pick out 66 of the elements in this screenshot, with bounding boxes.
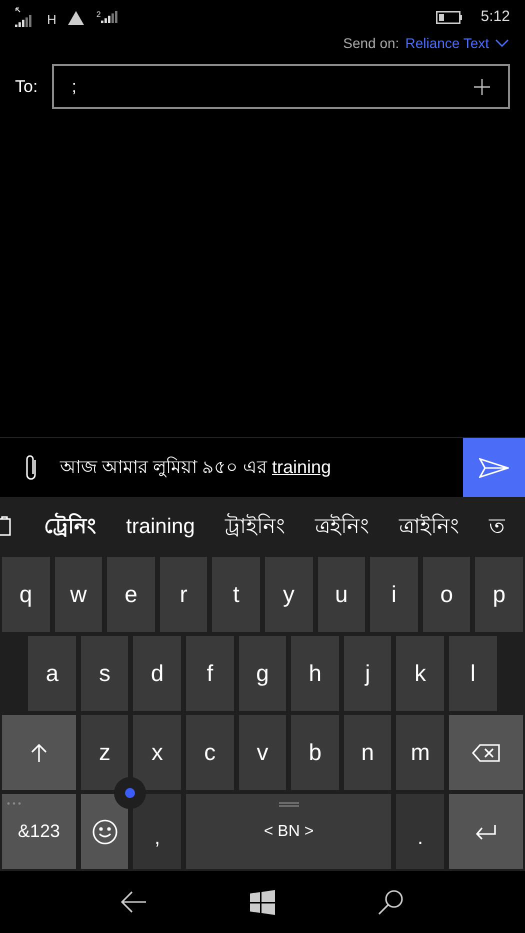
to-label: To: [15,76,38,98]
key[interactable]: d [133,636,182,711]
search-icon[interactable] [378,889,404,915]
key[interactable]: g [238,636,286,711]
key[interactable]: v [238,715,286,790]
symbols-key[interactable]: &123 [2,794,76,869]
send-icon [479,458,509,478]
recipient-value: ; [72,76,76,98]
key[interactable]: q [2,557,50,632]
suggestion[interactable]: ত্রইনিং [314,511,369,543]
key[interactable]: . [396,794,444,869]
key[interactable]: s [80,636,128,711]
key[interactable]: m [396,715,444,790]
key[interactable]: r [160,557,208,632]
enter-icon [475,824,498,840]
triangle-icon [68,10,84,25]
key[interactable]: p [475,557,523,632]
chevron-down-icon [495,39,509,47]
send-on-selector[interactable]: Send on: Reliance Text [343,32,509,54]
message-text[interactable]: আজ আমার লুমিয়া ৯৫০ এর training [60,454,463,481]
battery-icon [436,10,463,24]
key[interactable]: k [396,636,444,711]
drag-handle-icon [278,802,299,807]
key[interactable]: t [212,557,260,632]
key[interactable]: z [80,715,128,790]
send-on-label: Send on: [343,34,400,52]
clipboard-icon[interactable] [0,516,11,536]
windows-logo-icon[interactable] [250,890,275,914]
emoji-key[interactable] [80,794,128,869]
key[interactable]: h [291,636,339,711]
backspace-key[interactable] [449,715,523,790]
backspace-icon [472,744,500,762]
suggestion[interactable]: ট্রেনিং [44,511,96,543]
back-icon[interactable] [121,891,148,913]
key[interactable]: n [344,715,392,790]
suggestion[interactable]: ত [488,511,505,543]
plus-icon [474,78,490,94]
arrow-up-icon [30,742,48,762]
sim-number: 2 [96,10,101,19]
space-key[interactable]: < BN > [186,794,392,869]
suggestion[interactable]: training [126,511,195,543]
key[interactable]: c [186,715,234,790]
key[interactable]: l [449,636,497,711]
key[interactable]: y [264,557,313,632]
key[interactable]: w [54,557,102,632]
recipient-field[interactable]: ; [52,64,510,109]
key[interactable]: i [370,557,418,632]
key[interactable]: f [186,636,234,711]
key[interactable]: , [133,794,182,869]
suggestion[interactable]: ট্রাইনিং [224,511,285,543]
key[interactable]: o [422,557,470,632]
send-button[interactable] [463,438,525,498]
clock: 5:12 [480,7,510,27]
key[interactable]: a [28,636,76,711]
key[interactable]: x [133,715,182,790]
network-type: H [47,11,56,29]
carrier-name: Reliance Text [405,34,489,52]
suggestion[interactable]: ত্রাইনিং [398,511,459,543]
key[interactable]: b [291,715,339,790]
signal-icon [100,10,119,25]
key[interactable]: e [107,557,155,632]
paperclip-icon[interactable] [24,454,38,482]
smiley-icon [92,818,118,844]
key[interactable]: u [318,557,366,632]
key[interactable]: j [344,636,392,711]
dots-icon [7,802,21,805]
